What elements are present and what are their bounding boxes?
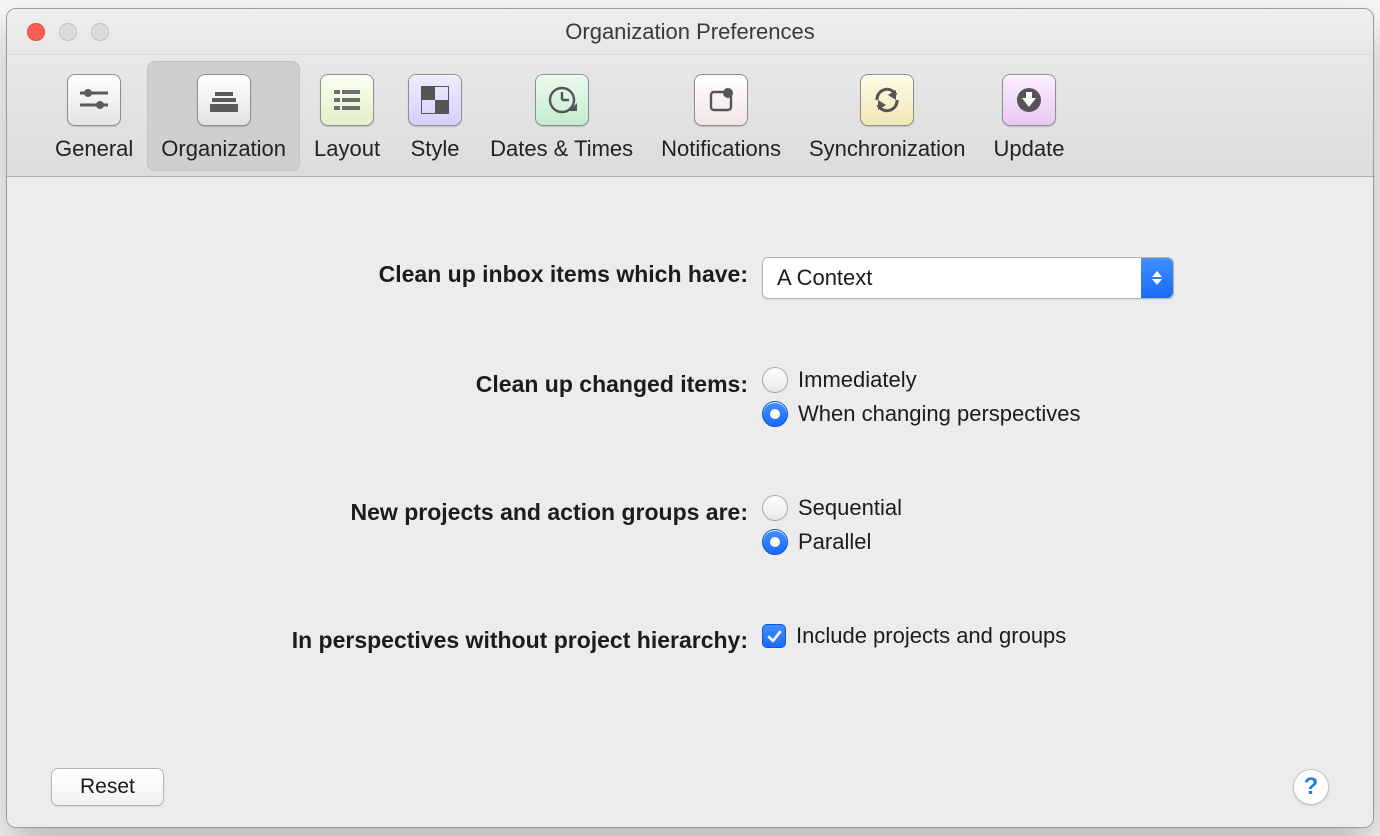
label-new-projects: New projects and action groups are: [7,495,762,526]
tab-label: Synchronization [809,136,966,162]
footer: Reset ? [7,747,1373,827]
tab-update[interactable]: Update [980,61,1079,171]
radio-icon [762,529,788,555]
tab-dates-times[interactable]: Dates & Times [476,61,647,171]
tab-label: Layout [314,136,380,162]
row-new-projects: New projects and action groups are: Sequ… [7,495,1373,555]
tab-general[interactable]: General [41,61,147,171]
cleanup-inbox-popup[interactable]: A Context [762,257,1174,299]
radio-when-changing-perspectives[interactable]: When changing perspectives [762,401,1081,427]
tab-label: Update [994,136,1065,162]
notification-icon [694,74,748,126]
tab-organization[interactable]: Organization [147,61,300,171]
clock-icon [535,74,589,126]
window-title: Organization Preferences [7,19,1373,45]
radio-icon [762,367,788,393]
reset-button-label: Reset [80,775,135,799]
radio-label: Sequential [798,495,902,521]
label-perspectives: In perspectives without project hierarch… [7,623,762,654]
row-cleanup-changed: Clean up changed items: Immediately When… [7,367,1373,427]
reset-button[interactable]: Reset [51,768,164,806]
preferences-window: Organization Preferences General [6,8,1374,828]
cleanup-inbox-value: A Context [777,265,872,291]
traffic-lights [27,23,109,41]
tab-style[interactable]: Style [394,61,476,171]
radio-immediately[interactable]: Immediately [762,367,1081,393]
radio-icon [762,401,788,427]
inbox-icon [197,74,251,126]
tab-label: Style [411,136,460,162]
help-button[interactable]: ? [1293,769,1329,805]
list-icon [320,74,374,126]
download-icon [1002,74,1056,126]
row-perspectives: In perspectives without project hierarch… [7,623,1373,654]
window-titlebar: Organization Preferences [7,9,1373,55]
stepper-arrows-icon [1141,258,1173,298]
tab-layout[interactable]: Layout [300,61,394,171]
label-cleanup-changed: Clean up changed items: [7,367,762,398]
tab-label: Notifications [661,136,781,162]
tab-label: Organization [161,136,286,162]
label-cleanup-inbox: Clean up inbox items which have: [7,257,762,288]
tab-notifications[interactable]: Notifications [647,61,795,171]
sliders-icon [67,74,121,126]
checkbox-icon [762,624,786,648]
checkbox-include-projects-groups[interactable]: Include projects and groups [762,623,1066,649]
radio-label: Parallel [798,529,871,555]
radio-label: Immediately [798,367,917,393]
sync-icon [860,74,914,126]
preferences-toolbar: General Organization Layout [7,55,1373,177]
radio-label: When changing perspectives [798,401,1081,427]
tab-synchronization[interactable]: Synchronization [795,61,980,171]
radio-parallel[interactable]: Parallel [762,529,902,555]
minimize-window-button[interactable] [59,23,77,41]
checkbox-label: Include projects and groups [796,623,1066,649]
help-icon: ? [1304,773,1319,801]
zoom-window-button[interactable] [91,23,109,41]
preferences-content: Clean up inbox items which have: A Conte… [7,177,1373,827]
row-cleanup-inbox: Clean up inbox items which have: A Conte… [7,257,1373,299]
tab-label: Dates & Times [490,136,633,162]
radio-sequential[interactable]: Sequential [762,495,902,521]
checker-icon [408,74,462,126]
radio-icon [762,495,788,521]
tab-label: General [55,136,133,162]
close-window-button[interactable] [27,23,45,41]
